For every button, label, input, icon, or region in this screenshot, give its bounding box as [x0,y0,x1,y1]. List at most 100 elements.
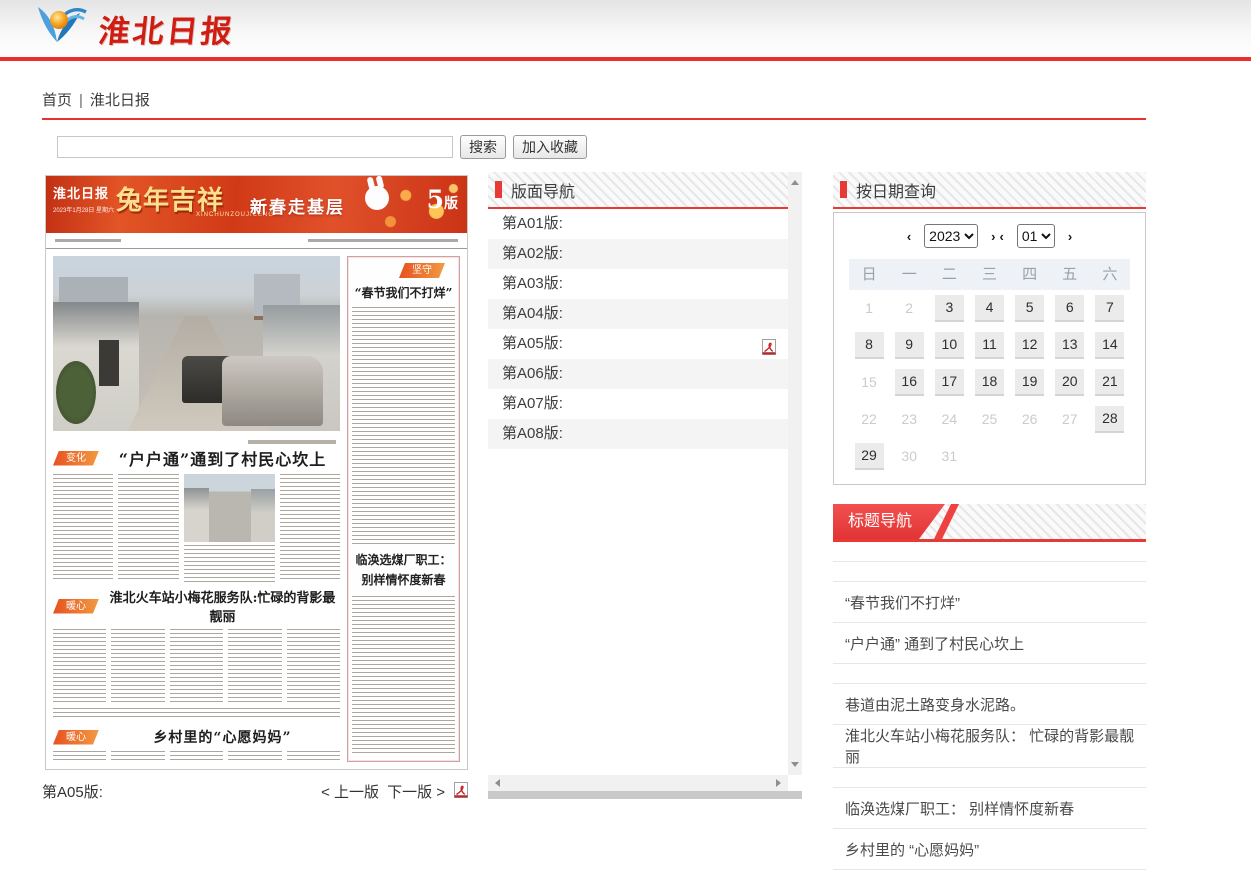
section-meihua-header: 暖心 淮北火车站小梅花服务队:忙碌的背影最靓丽 [53,587,340,625]
search-button[interactable]: 搜索 [460,135,506,159]
page-nav-list: 第A01版: 第A02版: 第A03版:第A04版: 第A05版: 第A06版: 第A07… [488,209,802,449]
page-nav-item[interactable]: 第A04版: [488,299,788,329]
day-5[interactable]: 5 [1015,295,1044,322]
article-columns-3 [53,751,340,760]
day-16[interactable]: 16 [895,369,924,396]
day-11[interactable]: 11 [975,332,1004,359]
weekday-label: 四 [1010,259,1050,290]
page-nav-item[interactable]: 第A07版: [488,389,788,419]
title-nav-item[interactable]: 乡村里的 “心愿妈妈” [833,829,1146,870]
day-cell: 21 [1090,364,1130,401]
day-17[interactable]: 17 [935,369,964,396]
year-select[interactable]: 2023 [924,224,978,248]
title-nav-item[interactable]: “户户通” 通到了村民心坎上 [833,623,1146,664]
next-year-arrow[interactable]: › [991,229,995,244]
prev-page-link[interactable]: < 上一版 [321,781,379,802]
day-cell: 5 [1010,290,1050,327]
day-20[interactable]: 20 [1055,369,1084,396]
page-nav-item[interactable]: 第A06版: [488,359,788,389]
pdf-icon[interactable] [761,336,776,352]
day-9[interactable]: 9 [895,332,924,359]
red-bar-icon [840,181,847,198]
day-13[interactable]: 13 [1055,332,1084,359]
vertical-scrollbar[interactable] [788,172,802,775]
scroll-right-icon[interactable] [776,779,781,787]
day-cell: 18 [969,364,1009,401]
headline-meihua: 淮北火车站小梅花服务队:忙碌的背影最靓丽 [105,587,340,625]
page-nav-title: 版面导航 [511,178,575,202]
day-21[interactable]: 21 [1095,369,1124,396]
headline-linhuan-line2: 别样情怀度新春 [352,571,455,590]
scroll-down-icon[interactable] [791,762,799,767]
month-select[interactable]: 01 [1017,224,1055,248]
page-nav-item-label: 第A08版: [502,425,563,442]
add-favorite-button[interactable]: 加入收藏 [513,135,587,159]
day-cell: 27 [1050,401,1090,438]
horizontal-scrollbar[interactable] [488,775,788,791]
calendar-header: 按日期查询 [833,172,1146,209]
page-nav-item[interactable]: 第A08版: [488,419,788,449]
weekday-label: 二 [929,259,969,290]
day-6[interactable]: 6 [1055,295,1084,322]
day-4[interactable]: 4 [975,295,1004,322]
page-nav-item-label: 第A02版: [502,245,563,262]
street-photo [53,256,340,431]
day-cell: 14 [1090,327,1130,364]
title-nav-item [833,562,1146,582]
day-8[interactable]: 8 [855,332,884,359]
badge-bianhua: 变化 [53,451,99,466]
day-cell: 7 [1090,290,1130,327]
page-nav-item[interactable]: 第A01版: [488,209,788,239]
paper-url-placeholder [55,239,121,242]
section-huhutong-header: 变化 “户户通”通到了村民心坎上 [53,446,340,470]
title-nav-header: 标题导航 [833,504,1146,542]
day-28[interactable]: 28 [1095,406,1124,433]
page-nav-item-label: 第A05版: [502,335,563,352]
title-nav-item[interactable]: 巷道由泥土路变身水泥路。 [833,684,1146,725]
day-12[interactable]: 12 [1015,332,1044,359]
weekday-label: 日 [849,259,889,290]
current-page-label: 第A05版: [42,781,103,802]
day-29[interactable]: 29 [855,443,884,470]
next-month-arrow[interactable]: › [1068,229,1072,244]
calendar-nav: ‹ 2023 › ‹ 01 › [849,224,1130,248]
day-30: 30 [895,444,924,469]
day-7[interactable]: 7 [1095,295,1124,322]
title-nav-item[interactable]: “春节我们不打烊” [833,582,1146,623]
day-10[interactable]: 10 [935,332,964,359]
newspaper-preview[interactable]: 淮北日报 2023年1月28日 星期六 兔年吉祥 XINCHUNZOUJICEN… [45,175,468,770]
logo-text: 淮北日报 [97,6,238,51]
site-logo[interactable]: 淮北日报 [34,3,235,53]
paper-masthead: 淮北日报 2023年1月28日 星期六 [53,183,114,214]
day-cell: 11 [969,327,1009,364]
page-nav-item[interactable]: 第A05版: [488,329,788,359]
breadcrumb-divider [42,118,1146,120]
calendar: ‹ 2023 › ‹ 01 › 日一二三四五六 1234567891011121… [833,212,1146,485]
scroll-left-icon[interactable] [495,779,500,787]
day-cell: 16 [889,364,929,401]
pdf-icon[interactable] [453,782,468,798]
page-nav-item[interactable]: 第A02版: [488,239,788,269]
page-nav-item[interactable]: 第A03版: [488,269,788,299]
day-cell: 10 [929,327,969,364]
paper-column-title: 新春走基层 [250,193,345,218]
title-nav-item[interactable]: 淮北火车站小梅花服务队： 忙碌的背影最靓丽 [833,725,1146,768]
day-19[interactable]: 19 [1015,369,1044,396]
next-page-link[interactable]: 下一版 > [387,781,445,802]
breadcrumb-home-link[interactable]: 首页 [42,92,72,109]
breadcrumb-current-link[interactable]: 淮北日报 [90,92,150,109]
day-cell: 29 [849,438,889,475]
day-14[interactable]: 14 [1095,332,1124,359]
calendar-day-grid: 1234567891011121314151617181920212223242… [849,290,1130,475]
prev-year-arrow[interactable]: ‹ [907,229,911,244]
badge-nuanxin-2: 暖心 [53,730,99,745]
scroll-up-icon[interactable] [791,180,799,185]
title-nav-item[interactable]: 临涣选煤厂职工： 别样情怀度新春 [833,788,1146,829]
day-27: 27 [1055,407,1084,432]
breadcrumb-separator: | [79,92,83,109]
day-3[interactable]: 3 [935,295,964,322]
prev-month-arrow[interactable]: ‹ [1000,229,1004,244]
day-18[interactable]: 18 [975,369,1004,396]
search-input[interactable] [57,136,453,158]
page-nav-item-label: 第A06版: [502,365,563,382]
